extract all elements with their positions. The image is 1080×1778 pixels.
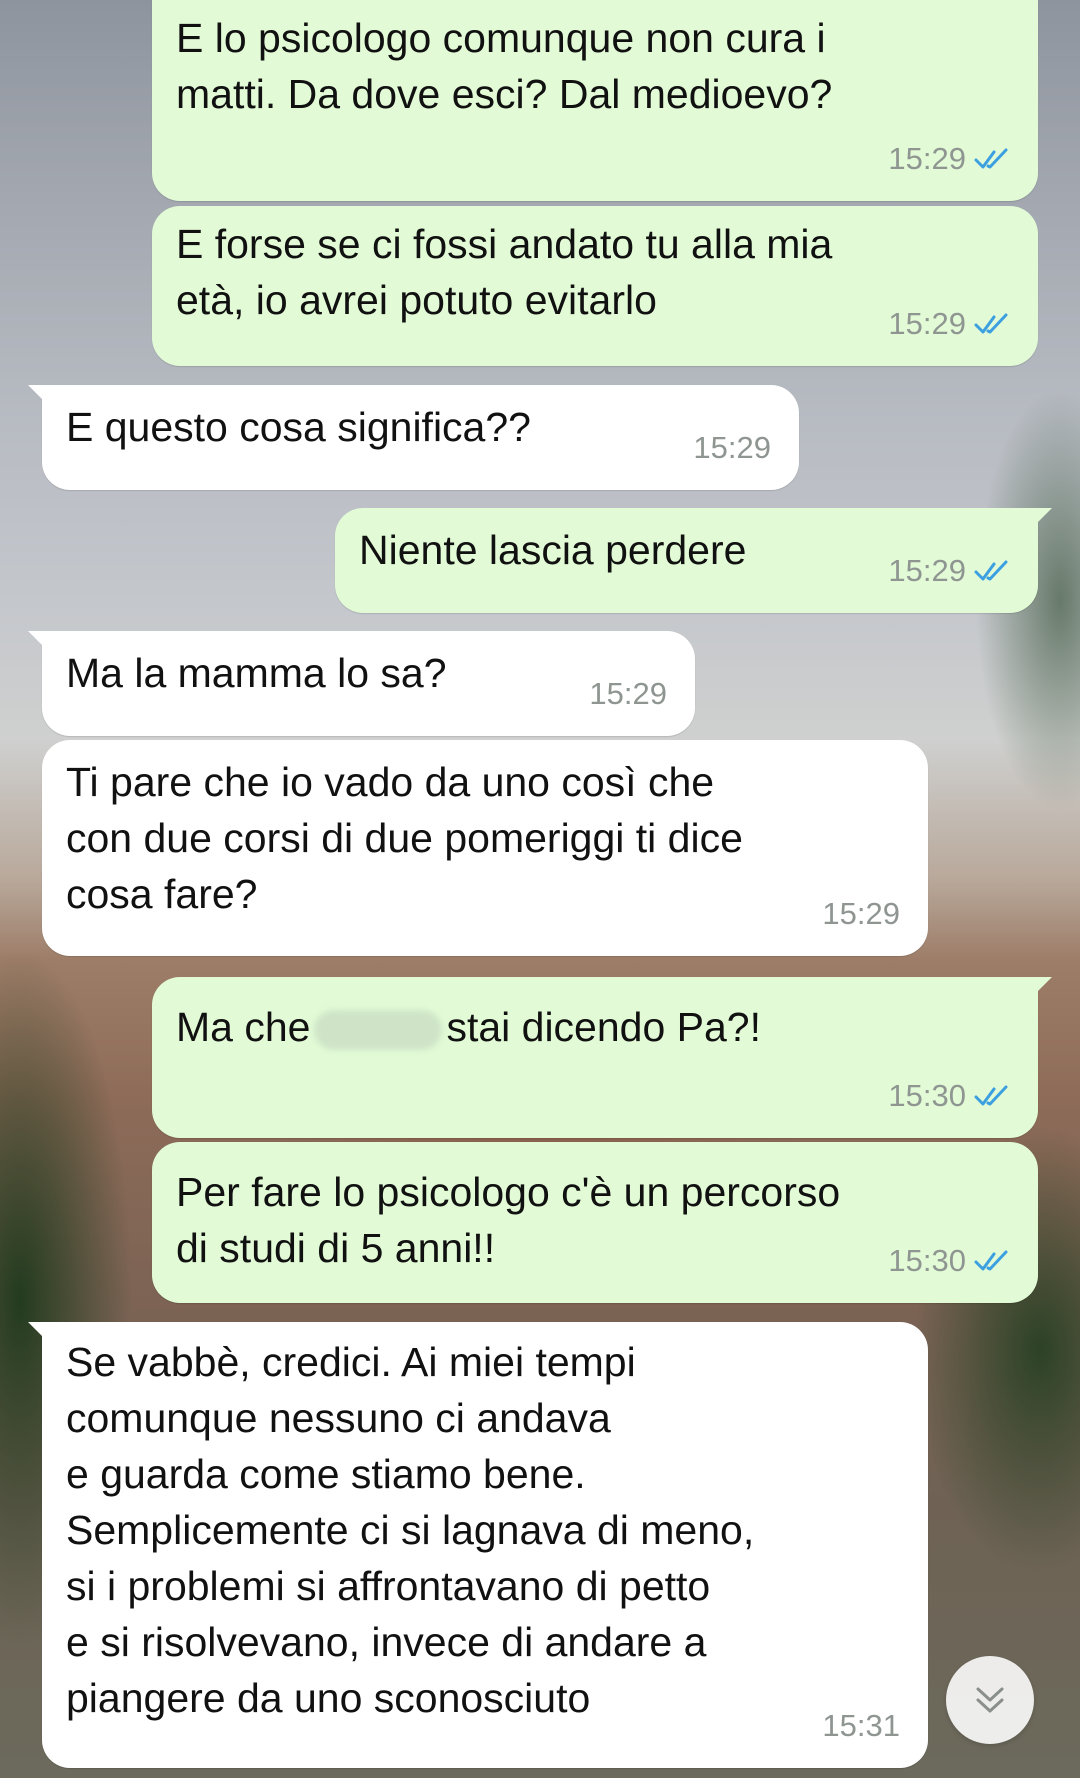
message-time: 15:30	[888, 1243, 966, 1278]
message-outgoing[interactable]: E lo psicologo comunque non cura i matti…	[152, 0, 1038, 201]
message-meta: 15:30	[888, 1068, 1012, 1124]
message-outgoing[interactable]: E forse se ci fossi andato tu alla mia e…	[152, 206, 1038, 366]
scroll-to-bottom-button[interactable]	[946, 1656, 1034, 1744]
double-check-icon	[974, 148, 1008, 169]
bubble-tail	[28, 385, 50, 407]
message-meta: 15:31	[822, 1698, 900, 1754]
message-time: 15:30	[888, 1078, 966, 1113]
message-text: Ti pare che io vado da uno così che con …	[66, 759, 743, 917]
double-check-icon	[974, 313, 1008, 334]
message-outgoing[interactable]: Per fare lo psicologo c'è un percorso di…	[152, 1142, 1038, 1303]
message-incoming[interactable]: Ti pare che io vado da uno così che con …	[42, 740, 928, 956]
double-chevron-down-icon	[976, 1687, 1004, 1713]
message-incoming[interactable]: E questo cosa significa?? 15:29	[28, 385, 799, 490]
message-meta: 15:29	[693, 420, 771, 476]
message-text: Se vabbè, credici. Ai miei tempi comunqu…	[66, 1339, 755, 1721]
message-meta: 15:30	[888, 1233, 1012, 1289]
message-text-after: stai dicendo Pa?!	[446, 1004, 761, 1050]
double-check-icon	[974, 1085, 1008, 1106]
message-meta: 15:29	[589, 666, 667, 722]
message-time: 15:29	[888, 141, 966, 176]
bubble-tail	[1030, 508, 1052, 530]
message-text: Ma che stai dicendo Pa?!	[176, 999, 1014, 1055]
bubble-tail	[28, 631, 50, 653]
message-time: 15:29	[589, 676, 667, 711]
message-time: 15:29	[888, 553, 966, 588]
message-meta: 15:29	[888, 296, 1012, 352]
message-time: 15:29	[693, 430, 771, 465]
message-time: 15:29	[888, 306, 966, 341]
message-outgoing[interactable]: Ma che stai dicendo Pa?! 15:30	[152, 977, 1052, 1138]
message-incoming[interactable]: Ma la mamma lo sa? 15:29	[28, 631, 695, 736]
message-time: 15:31	[822, 1708, 900, 1743]
message-text: Ma la mamma lo sa?	[66, 650, 447, 696]
message-meta: 15:29	[888, 131, 1012, 187]
message-meta: 15:29	[888, 543, 1012, 599]
message-text: E questo cosa significa??	[66, 404, 531, 450]
bubble-tail	[1030, 977, 1052, 999]
message-text-before: Ma che	[176, 1004, 311, 1050]
message-meta: 15:29	[822, 886, 900, 942]
double-check-icon	[974, 1250, 1008, 1271]
bubble-tail	[28, 1322, 50, 1344]
double-check-icon	[974, 560, 1008, 581]
message-outgoing[interactable]: Niente lascia perdere 15:29	[335, 508, 1052, 613]
message-text: E lo psicologo comunque non cura i matti…	[176, 15, 833, 117]
message-incoming[interactable]: Se vabbè, credici. Ai miei tempi comunqu…	[28, 1322, 928, 1768]
redacted-word	[314, 1010, 443, 1051]
message-time: 15:29	[822, 896, 900, 931]
